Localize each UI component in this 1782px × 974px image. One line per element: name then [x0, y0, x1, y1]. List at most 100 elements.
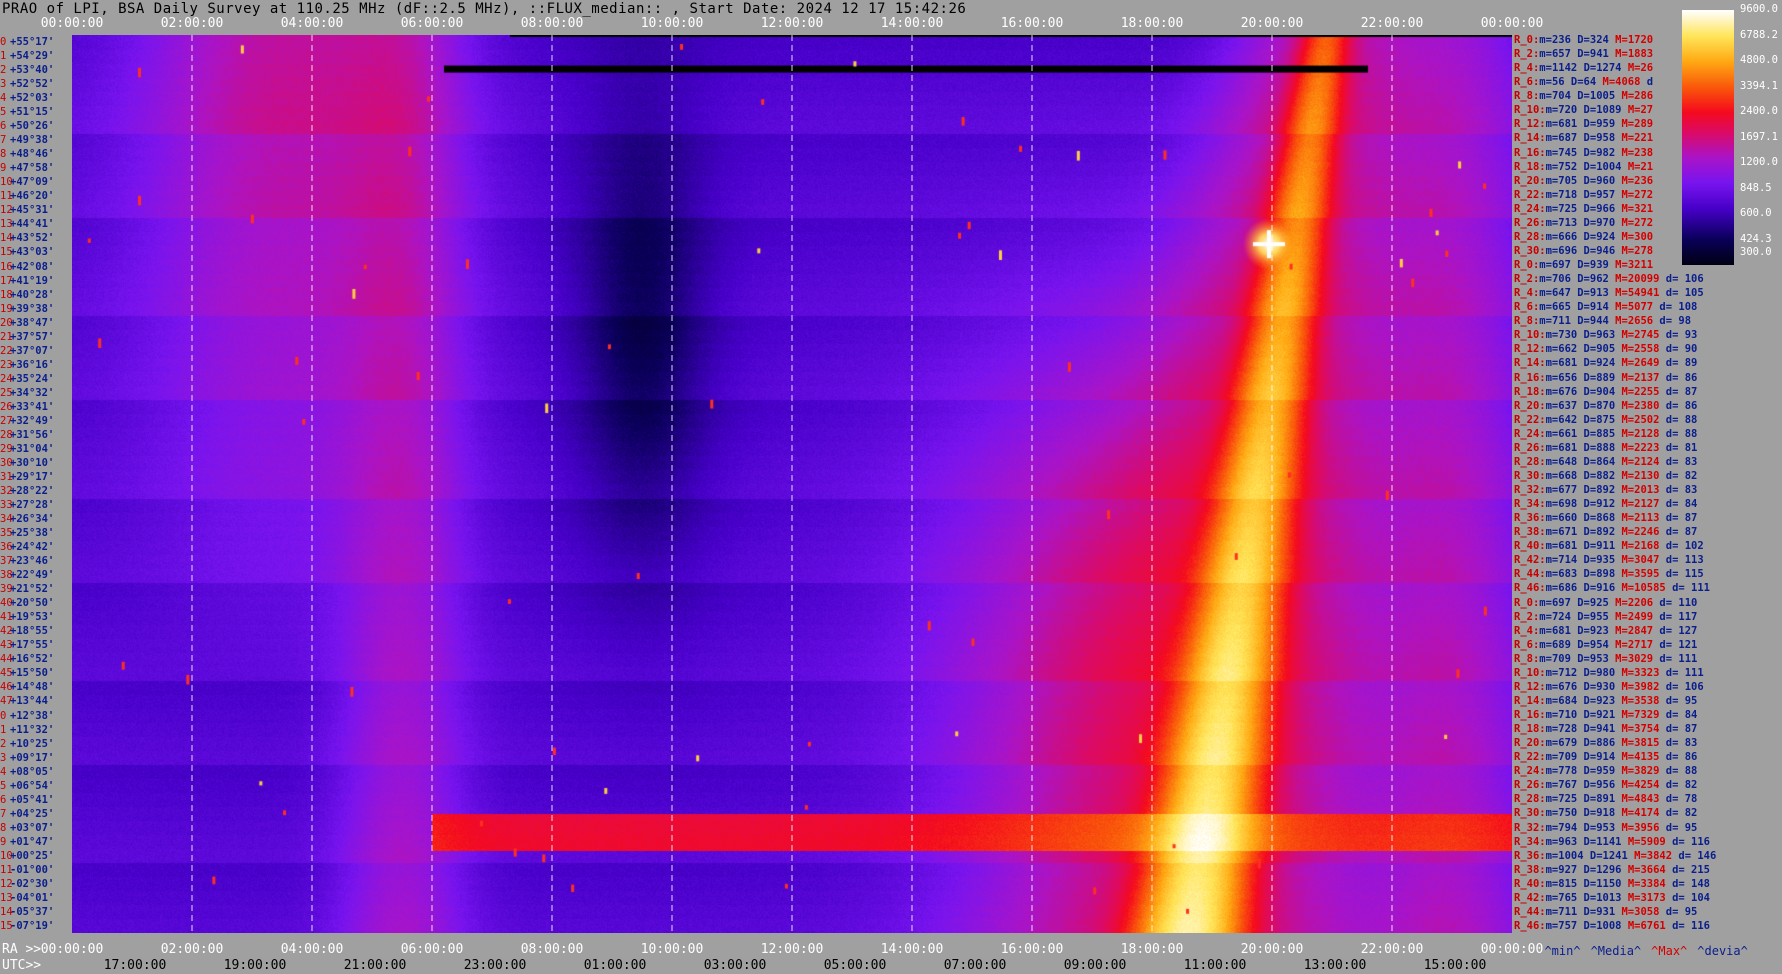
top-time-tick-label: 16:00:00 — [1000, 16, 1064, 31]
stat-row: R_26:m=681 D=888 M=2223 d= 81 — [1514, 441, 1698, 454]
stat-row: R_44:m=683 D=898 M=3595 d= 115 — [1514, 568, 1704, 581]
footer-devia: ^devia^ — [1697, 944, 1748, 958]
stat-row: R_20:m=637 D=870 M=2380 d= 86 — [1514, 399, 1698, 412]
stat-row: R_22:m=709 D=914 M=4135 d= 86 — [1514, 751, 1698, 764]
stat-row: R_6:m=665 D=914 M=5077 d= 108 — [1514, 301, 1698, 314]
declination-label: 19+39°38' — [0, 302, 55, 315]
stat-row: R_4:m=681 D=923 M=2847 d= 127 — [1514, 624, 1698, 637]
stat-row: R_20:m=679 D=886 M=3815 d= 83 — [1514, 737, 1698, 750]
stat-row: R_38:m=671 D=892 M=2246 d= 87 — [1514, 526, 1698, 539]
stat-row: R_46:m=686 D=916 M=10585 d= 111 — [1514, 582, 1711, 595]
stat-row: R_6:m=689 D=954 M=2717 d= 121 — [1514, 638, 1698, 651]
declination-label: 44+16°52' — [0, 653, 55, 666]
top-time-tick-label: 04:00:00 — [280, 16, 344, 31]
stat-row: R_42:m=714 D=935 M=3047 d= 113 — [1514, 554, 1704, 567]
declination-label: 15-07°19' — [0, 919, 55, 932]
utc-tick-label: 21:00:00 — [343, 958, 407, 973]
top-time-tick-label: 14:00:00 — [880, 16, 944, 31]
utc-tick-label: 09:00:00 — [1063, 958, 1127, 973]
declination-label: 9 +47°58' — [0, 162, 55, 175]
declination-label: 25+34°32' — [0, 386, 55, 399]
declination-label: 4 +52°03' — [0, 92, 55, 105]
declination-label: 35+25°38' — [0, 527, 55, 540]
colorbar-tick-label: 848.5 — [1740, 181, 1772, 194]
declination-label: 5 +06°54' — [0, 779, 55, 792]
colorbar-tick-label: 300.0 — [1740, 246, 1772, 258]
stat-row: R_4:m=647 D=913 M=54941 d= 105 — [1514, 287, 1704, 300]
declination-label: 38+22°49' — [0, 569, 55, 582]
stat-row: R_12:m=681 D=959 M=289 — [1514, 118, 1654, 131]
stat-row: R_10:m=730 D=963 M=2745 d= 93 — [1514, 329, 1698, 342]
declination-label: 33+27°28' — [0, 499, 55, 512]
utc-tick-label: 19:00:00 — [223, 958, 287, 973]
declination-label: 0 +55°17' — [0, 36, 55, 48]
stat-row: R_24:m=725 D=966 M=321 — [1514, 202, 1654, 215]
declination-label: 0 +12°38' — [0, 709, 55, 722]
ra-tick-label: 00:00:00 — [40, 942, 104, 957]
declination-label: 34+26°34' — [0, 513, 55, 526]
stat-row: R_24:m=778 D=959 M=3829 d= 88 — [1514, 765, 1698, 778]
footer-max: ^Max^ — [1651, 944, 1688, 958]
stat-row: R_24:m=661 D=885 M=2128 d= 88 — [1514, 427, 1698, 440]
footer-median: ^Media^ — [1590, 944, 1642, 958]
declination-label: 17+41°19' — [0, 274, 55, 287]
stat-row: R_26:m=713 D=970 M=272 — [1514, 216, 1654, 229]
declination-label: 8 +48°46' — [0, 148, 55, 161]
declination-label: 3 +09°17' — [0, 751, 55, 764]
stat-row: R_30:m=696 D=946 M=278 — [1514, 244, 1654, 257]
stat-row: R_18:m=752 D=1004 M=21 — [1514, 160, 1654, 173]
declination-label: 8 +03°07' — [0, 821, 55, 834]
top-time-tick-label: 02:00:00 — [160, 16, 224, 31]
stat-row: R_34:m=698 D=912 M=2127 d= 84 — [1514, 498, 1698, 511]
declination-label: 12-02°30' — [0, 877, 55, 890]
stat-row: R_30:m=668 D=882 M=2130 d= 82 — [1514, 469, 1698, 482]
colorbar-tick-label: 1200.0 — [1740, 156, 1778, 168]
stat-row: R_12:m=676 D=930 M=3982 d= 106 — [1514, 680, 1704, 693]
stat-row: R_6:m=56 D=64 M=4068 d — [1514, 76, 1654, 89]
declination-label: 22+37°07' — [0, 344, 55, 357]
declination-label: 14+43°52' — [0, 232, 55, 245]
declination-label: 29+31°04' — [0, 442, 55, 455]
stat-row: R_40:m=815 D=1150 M=3384 d= 148 — [1514, 877, 1711, 890]
declination-label: 39+21°52' — [0, 583, 55, 596]
top-time-tick-label: 08:00:00 — [520, 16, 584, 31]
stat-row: R_42:m=765 D=1013 M=3173 d= 104 — [1514, 891, 1711, 904]
top-time-tick-label: 20:00:00 — [1240, 16, 1304, 31]
stat-row: R_28:m=648 D=864 M=2124 d= 83 — [1514, 455, 1698, 468]
declination-label: 21+37°57' — [0, 330, 55, 343]
colorbar-tick-label: 424.3 — [1740, 232, 1772, 245]
utc-tick-label: 23:00:00 — [463, 958, 527, 973]
top-time-tick-label: 12:00:00 — [760, 16, 824, 31]
top-time-axis: 00:00:00 02:00:00 04:00:00 06:00:00 08:00:00… — [0, 16, 1782, 32]
declination-label: 13+44°41' — [0, 218, 55, 231]
stat-row: R_8:m=704 D=1005 M=286 — [1514, 90, 1654, 103]
declination-label: 32+28°22' — [0, 485, 55, 497]
ra-tick-label: 10:00:00 — [640, 942, 704, 957]
declination-label: 45+15°50' — [0, 667, 55, 680]
ra-tick-label: 22:00:00 — [1360, 942, 1424, 957]
declination-label: 10+00°25' — [0, 849, 55, 862]
stat-row: R_2:m=706 D=962 M=20099 d= 106 — [1514, 273, 1704, 286]
declination-label: 7 +49°38' — [0, 134, 55, 147]
declination-label: 6 +05°41' — [0, 793, 55, 806]
chart-title: PRAO of LPI, BSA Daily Survey at 110.25 … — [2, 1, 967, 17]
colorbar-tick-label: 9600.0 — [1740, 3, 1778, 15]
declination-label: 18+40°28' — [0, 288, 55, 301]
stat-row: R_30:m=750 D=918 M=4174 d= 82 — [1514, 807, 1698, 820]
top-time-tick-label: 00:00:00 — [40, 16, 104, 31]
stat-row: R_36:m=1004 D=1241 M=3842 d= 146 — [1514, 849, 1717, 862]
stat-row: R_0:m=697 D=925 M=2206 d= 110 — [1514, 596, 1698, 609]
stat-row: R_40:m=681 D=911 M=2168 d= 102 — [1514, 540, 1704, 553]
ra-tick-label: 16:00:00 — [1000, 942, 1064, 957]
stat-row: R_18:m=676 D=904 M=2255 d= 87 — [1514, 385, 1698, 398]
declination-label: 10+47°09' — [0, 176, 55, 189]
stats-footer: ^min^ ^Media^ ^Max^ ^devia^ — [1530, 930, 1758, 958]
declination-label: 1 +54°29' — [0, 50, 55, 63]
declination-label: 46+14°48' — [0, 681, 55, 694]
stat-row: R_8:m=709 D=953 M=3029 d= 111 — [1514, 652, 1698, 665]
top-time-tick-label: 22:00:00 — [1360, 16, 1424, 31]
colorbar-tick-label: 2400.0 — [1740, 105, 1778, 117]
ra-tick-label: 12:00:00 — [760, 942, 824, 957]
declination-label: 2 +53°40' — [0, 64, 55, 77]
stat-row: R_4:m=1142 D=1274 M=26 — [1514, 62, 1654, 75]
